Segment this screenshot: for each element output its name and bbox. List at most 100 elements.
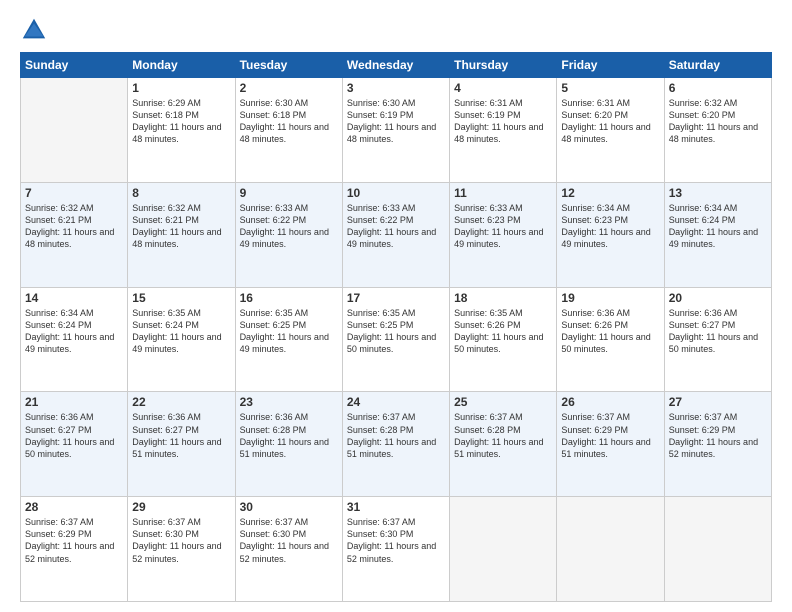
day-number: 19 — [561, 291, 659, 305]
day-info: Sunrise: 6:30 AM Sunset: 6:19 PM Dayligh… — [347, 97, 445, 146]
day-number: 9 — [240, 186, 338, 200]
calendar-cell — [21, 78, 128, 183]
weekday-header-wednesday: Wednesday — [342, 53, 449, 78]
calendar-cell: 18 Sunrise: 6:35 AM Sunset: 6:26 PM Dayli… — [450, 287, 557, 392]
day-info: Sunrise: 6:30 AM Sunset: 6:18 PM Dayligh… — [240, 97, 338, 146]
day-number: 27 — [669, 395, 767, 409]
day-info: Sunrise: 6:33 AM Sunset: 6:23 PM Dayligh… — [454, 202, 552, 251]
day-info: Sunrise: 6:37 AM Sunset: 6:28 PM Dayligh… — [454, 411, 552, 460]
day-info: Sunrise: 6:31 AM Sunset: 6:20 PM Dayligh… — [561, 97, 659, 146]
day-info: Sunrise: 6:34 AM Sunset: 6:23 PM Dayligh… — [561, 202, 659, 251]
calendar-cell — [557, 497, 664, 602]
calendar-cell: 12 Sunrise: 6:34 AM Sunset: 6:23 PM Dayli… — [557, 182, 664, 287]
calendar-cell: 28 Sunrise: 6:37 AM Sunset: 6:29 PM Dayli… — [21, 497, 128, 602]
weekday-header-friday: Friday — [557, 53, 664, 78]
week-row-5: 28 Sunrise: 6:37 AM Sunset: 6:29 PM Dayli… — [21, 497, 772, 602]
day-number: 28 — [25, 500, 123, 514]
day-info: Sunrise: 6:37 AM Sunset: 6:29 PM Dayligh… — [561, 411, 659, 460]
calendar-cell: 31 Sunrise: 6:37 AM Sunset: 6:30 PM Dayli… — [342, 497, 449, 602]
week-row-2: 7 Sunrise: 6:32 AM Sunset: 6:21 PM Daylig… — [21, 182, 772, 287]
calendar-table: SundayMondayTuesdayWednesdayThursdayFrid… — [20, 52, 772, 602]
weekday-header-tuesday: Tuesday — [235, 53, 342, 78]
calendar-cell: 30 Sunrise: 6:37 AM Sunset: 6:30 PM Dayli… — [235, 497, 342, 602]
day-number: 10 — [347, 186, 445, 200]
day-number: 1 — [132, 81, 230, 95]
calendar-cell: 4Sunrise: 6:31 AM Sunset: 6:19 PM Daylig… — [450, 78, 557, 183]
calendar-cell: 10 Sunrise: 6:33 AM Sunset: 6:22 PM Dayli… — [342, 182, 449, 287]
day-info: Sunrise: 6:32 AM Sunset: 6:21 PM Dayligh… — [132, 202, 230, 251]
calendar-cell: 1 Sunrise: 6:29 AM Sunset: 6:18 PM Daylig… — [128, 78, 235, 183]
calendar-cell: 14 Sunrise: 6:34 AM Sunset: 6:24 PM Dayli… — [21, 287, 128, 392]
logo-icon — [20, 16, 48, 44]
day-info: Sunrise: 6:36 AM Sunset: 6:28 PM Dayligh… — [240, 411, 338, 460]
day-number: 13 — [669, 186, 767, 200]
day-number: 12 — [561, 186, 659, 200]
day-info: Sunrise: 6:33 AM Sunset: 6:22 PM Dayligh… — [347, 202, 445, 251]
day-info: Sunrise: 6:37 AM Sunset: 6:28 PM Dayligh… — [347, 411, 445, 460]
day-number: 18 — [454, 291, 552, 305]
header — [20, 16, 772, 44]
calendar-cell: 13 Sunrise: 6:34 AM Sunset: 6:24 PM Dayli… — [664, 182, 771, 287]
day-info: Sunrise: 6:32 AM Sunset: 6:20 PM Dayligh… — [669, 97, 767, 146]
weekday-header-sunday: Sunday — [21, 53, 128, 78]
day-number: 20 — [669, 291, 767, 305]
weekday-header-row: SundayMondayTuesdayWednesdayThursdayFrid… — [21, 53, 772, 78]
calendar-cell: 8 Sunrise: 6:32 AM Sunset: 6:21 PM Daylig… — [128, 182, 235, 287]
weekday-header-monday: Monday — [128, 53, 235, 78]
day-info: Sunrise: 6:37 AM Sunset: 6:30 PM Dayligh… — [132, 516, 230, 565]
day-number: 3 — [347, 81, 445, 95]
day-number: 30 — [240, 500, 338, 514]
calendar-cell: 11 Sunrise: 6:33 AM Sunset: 6:23 PM Dayli… — [450, 182, 557, 287]
day-info: Sunrise: 6:36 AM Sunset: 6:26 PM Dayligh… — [561, 307, 659, 356]
day-number: 26 — [561, 395, 659, 409]
day-info: Sunrise: 6:34 AM Sunset: 6:24 PM Dayligh… — [669, 202, 767, 251]
page: SundayMondayTuesdayWednesdayThursdayFrid… — [0, 0, 792, 612]
day-info: Sunrise: 6:35 AM Sunset: 6:26 PM Dayligh… — [454, 307, 552, 356]
calendar-cell: 26 Sunrise: 6:37 AM Sunset: 6:29 PM Dayli… — [557, 392, 664, 497]
day-info: Sunrise: 6:36 AM Sunset: 6:27 PM Dayligh… — [669, 307, 767, 356]
day-info: Sunrise: 6:34 AM Sunset: 6:24 PM Dayligh… — [25, 307, 123, 356]
day-number: 24 — [347, 395, 445, 409]
day-info: Sunrise: 6:37 AM Sunset: 6:30 PM Dayligh… — [347, 516, 445, 565]
logo — [20, 16, 52, 44]
calendar-cell: 17 Sunrise: 6:35 AM Sunset: 6:25 PM Dayli… — [342, 287, 449, 392]
day-number: 2 — [240, 81, 338, 95]
day-info: Sunrise: 6:37 AM Sunset: 6:29 PM Dayligh… — [669, 411, 767, 460]
week-row-3: 14 Sunrise: 6:34 AM Sunset: 6:24 PM Dayli… — [21, 287, 772, 392]
calendar-cell: 15 Sunrise: 6:35 AM Sunset: 6:24 PM Dayli… — [128, 287, 235, 392]
day-number: 25 — [454, 395, 552, 409]
day-info: Sunrise: 6:37 AM Sunset: 6:29 PM Dayligh… — [25, 516, 123, 565]
day-info: Sunrise: 6:33 AM Sunset: 6:22 PM Dayligh… — [240, 202, 338, 251]
day-number: 31 — [347, 500, 445, 514]
day-number: 11 — [454, 186, 552, 200]
day-info: Sunrise: 6:37 AM Sunset: 6:30 PM Dayligh… — [240, 516, 338, 565]
day-info: Sunrise: 6:29 AM Sunset: 6:18 PM Dayligh… — [132, 97, 230, 146]
day-number: 29 — [132, 500, 230, 514]
day-info: Sunrise: 6:35 AM Sunset: 6:25 PM Dayligh… — [240, 307, 338, 356]
day-number: 8 — [132, 186, 230, 200]
day-number: 7 — [25, 186, 123, 200]
calendar-cell: 22Sunrise: 6:36 AM Sunset: 6:27 PM Dayli… — [128, 392, 235, 497]
calendar-cell: 25 Sunrise: 6:37 AM Sunset: 6:28 PM Dayli… — [450, 392, 557, 497]
calendar-cell: 20 Sunrise: 6:36 AM Sunset: 6:27 PM Dayli… — [664, 287, 771, 392]
day-number: 14 — [25, 291, 123, 305]
calendar-cell: 7Sunrise: 6:32 AM Sunset: 6:21 PM Daylig… — [21, 182, 128, 287]
day-info: Sunrise: 6:36 AM Sunset: 6:27 PM Dayligh… — [132, 411, 230, 460]
week-row-1: 1 Sunrise: 6:29 AM Sunset: 6:18 PM Daylig… — [21, 78, 772, 183]
day-number: 23 — [240, 395, 338, 409]
day-number: 17 — [347, 291, 445, 305]
day-info: Sunrise: 6:35 AM Sunset: 6:25 PM Dayligh… — [347, 307, 445, 356]
calendar-cell: 16 Sunrise: 6:35 AM Sunset: 6:25 PM Dayli… — [235, 287, 342, 392]
day-number: 15 — [132, 291, 230, 305]
day-number: 16 — [240, 291, 338, 305]
day-number: 21 — [25, 395, 123, 409]
calendar-cell: 9 Sunrise: 6:33 AM Sunset: 6:22 PM Daylig… — [235, 182, 342, 287]
week-row-4: 21 Sunrise: 6:36 AM Sunset: 6:27 PM Dayli… — [21, 392, 772, 497]
calendar-cell: 23 Sunrise: 6:36 AM Sunset: 6:28 PM Dayli… — [235, 392, 342, 497]
calendar-cell: 5Sunrise: 6:31 AM Sunset: 6:20 PM Daylig… — [557, 78, 664, 183]
weekday-header-thursday: Thursday — [450, 53, 557, 78]
calendar-cell: 21Sunrise: 6:36 AM Sunset: 6:27 PM Dayli… — [21, 392, 128, 497]
calendar-cell: 3 Sunrise: 6:30 AM Sunset: 6:19 PM Daylig… — [342, 78, 449, 183]
calendar-cell — [664, 497, 771, 602]
day-info: Sunrise: 6:35 AM Sunset: 6:24 PM Dayligh… — [132, 307, 230, 356]
